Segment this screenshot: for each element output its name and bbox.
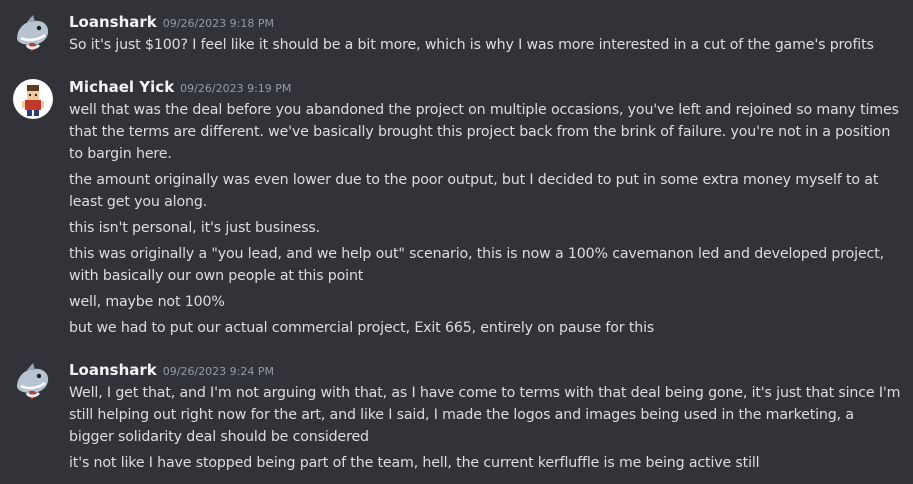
message-text: this was originally a "you lead, and we … — [69, 246, 884, 284]
message-text: it's not like I have stopped being part … — [69, 455, 760, 471]
message-text: well, maybe not 100% — [69, 294, 225, 310]
message-text: So it's just $100? I feel like it should… — [69, 37, 874, 53]
pixel-character-avatar-icon — [13, 79, 53, 119]
message-timestamp: 09/26/2023 9:18 PM — [162, 17, 275, 30]
avatar[interactable] — [13, 13, 53, 53]
message-text: well that was the deal before you abando… — [69, 102, 899, 162]
message-text: the amount originally was even lower due… — [69, 172, 879, 210]
message-text: but we had to put our actual commercial … — [69, 320, 655, 336]
message-header: Loanshark 09/26/2023 9:18 PM — [69, 12, 274, 32]
avatar[interactable] — [13, 79, 53, 119]
author-name[interactable]: Loanshark — [69, 361, 157, 379]
message-header: Michael Yick 09/26/2023 9:19 PM — [69, 77, 291, 97]
message-header: Loanshark 09/26/2023 9:24 PM — [69, 360, 274, 380]
message-text: this isn't personal, it's just business. — [69, 220, 321, 236]
message-text: Well, I get that, and I'm not arguing wi… — [69, 385, 901, 445]
author-name[interactable]: Michael Yick — [69, 78, 174, 96]
shark-avatar-icon — [13, 361, 53, 401]
avatar[interactable] — [13, 361, 53, 401]
message-timestamp: 09/26/2023 9:24 PM — [162, 365, 275, 378]
shark-avatar-icon — [13, 13, 53, 53]
author-name[interactable]: Loanshark — [69, 13, 157, 31]
message-timestamp: 09/26/2023 9:19 PM — [180, 82, 292, 95]
